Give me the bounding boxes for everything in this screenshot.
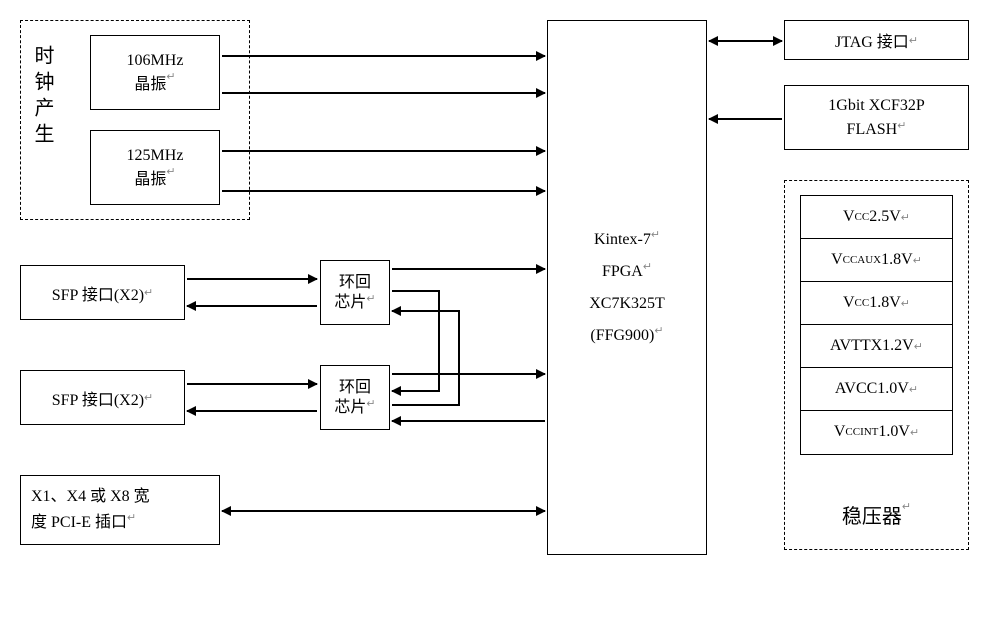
fpga-l4: (FFG900) bbox=[590, 327, 654, 344]
arrow-osc2-b bbox=[222, 190, 545, 192]
reg-row-0: VCC2.5V↵ bbox=[801, 196, 952, 239]
pcie-l1: X1、X4 或 X8 宽 bbox=[31, 484, 150, 510]
arrow-osc1-b bbox=[222, 92, 545, 94]
cross-line-1b bbox=[392, 390, 440, 392]
reg-row-3: AVTTX1.2V↵ bbox=[801, 325, 952, 368]
sfp2-text: SFP 接口(X2) bbox=[52, 386, 144, 410]
cross-line-2v bbox=[458, 310, 460, 406]
fpga-l1: Kintex-7 bbox=[594, 231, 651, 248]
arrow-loop2-b bbox=[392, 420, 545, 422]
loop1-l2: 芯片 bbox=[334, 294, 366, 311]
reg-row-1: VCCAUX1.8V↵ bbox=[801, 239, 952, 282]
jtag-box: JTAG 接口↵ bbox=[784, 20, 969, 60]
loopback-1: 环回 芯片↵ bbox=[320, 260, 390, 325]
regulator-label: 稳压器↵ bbox=[784, 500, 969, 529]
fpga-l3: XC7K325T bbox=[589, 295, 665, 312]
osc-106: 106MHz 晶振↵ bbox=[90, 35, 220, 110]
flash-l1: 1Gbit XCF32P bbox=[828, 94, 924, 118]
osc2-freq: 125MHz bbox=[127, 147, 184, 165]
flash-box: 1Gbit XCF32P FLASH↵ bbox=[784, 85, 969, 150]
arrow-osc1-a bbox=[222, 55, 545, 57]
arrow-sfp2-out bbox=[187, 383, 317, 385]
cross-line-1v bbox=[438, 290, 440, 390]
arrow-flash bbox=[709, 118, 782, 120]
arrow-loop1-a bbox=[392, 268, 545, 270]
jtag-text: JTAG 接口 bbox=[835, 28, 909, 52]
loopback-2: 环回 芯片↵ bbox=[320, 365, 390, 430]
cross-line-2 bbox=[392, 310, 460, 312]
regulator-table: VCC2.5V↵ VCCAUX1.8V↵ VCC1.8V↵ AVTTX1.2V↵… bbox=[800, 195, 953, 455]
loop1-l1: 环回 bbox=[339, 273, 371, 292]
arrow-osc2-a bbox=[222, 150, 545, 152]
reg-row-2: VCC1.8V↵ bbox=[801, 282, 952, 325]
fpga-l2: FPGA bbox=[602, 263, 643, 280]
osc1-freq: 106MHz bbox=[127, 52, 184, 70]
pcie-box: X1、X4 或 X8 宽 度 PCI-E 插口↵ bbox=[20, 475, 220, 545]
arrow-jtag bbox=[709, 40, 782, 42]
sfp-2: SFP 接口(X2)↵ bbox=[20, 370, 185, 425]
arrow-loop2-a bbox=[392, 373, 545, 375]
loop2-l1: 环回 bbox=[339, 378, 371, 397]
clock-label: 时钟产生 bbox=[28, 45, 57, 149]
arrow-sfp1-out bbox=[187, 278, 317, 280]
osc-125: 125MHz 晶振↵ bbox=[90, 130, 220, 205]
fpga-box: Kintex-7↵ FPGA↵ XC7K325T (FFG900)↵ bbox=[547, 20, 707, 555]
arrow-sfp1-in bbox=[187, 305, 317, 307]
loop2-l2: 芯片 bbox=[334, 399, 366, 416]
osc1-name: 晶振 bbox=[134, 76, 166, 93]
sfp1-text: SFP 接口(X2) bbox=[52, 281, 144, 305]
cross-line-1 bbox=[392, 290, 440, 292]
osc2-name: 晶振 bbox=[134, 171, 166, 188]
reg-row-5: VCCINT1.0V↵ bbox=[801, 411, 952, 453]
sfp-1: SFP 接口(X2)↵ bbox=[20, 265, 185, 320]
arrow-sfp2-in bbox=[187, 410, 317, 412]
pcie-l2: 度 PCI-E 插口 bbox=[31, 514, 127, 531]
reg-row-4: AVCC1.0V↵ bbox=[801, 368, 952, 411]
cross-line-2b bbox=[392, 404, 460, 406]
flash-l2: FLASH bbox=[847, 121, 898, 138]
arrow-pcie bbox=[222, 510, 545, 512]
